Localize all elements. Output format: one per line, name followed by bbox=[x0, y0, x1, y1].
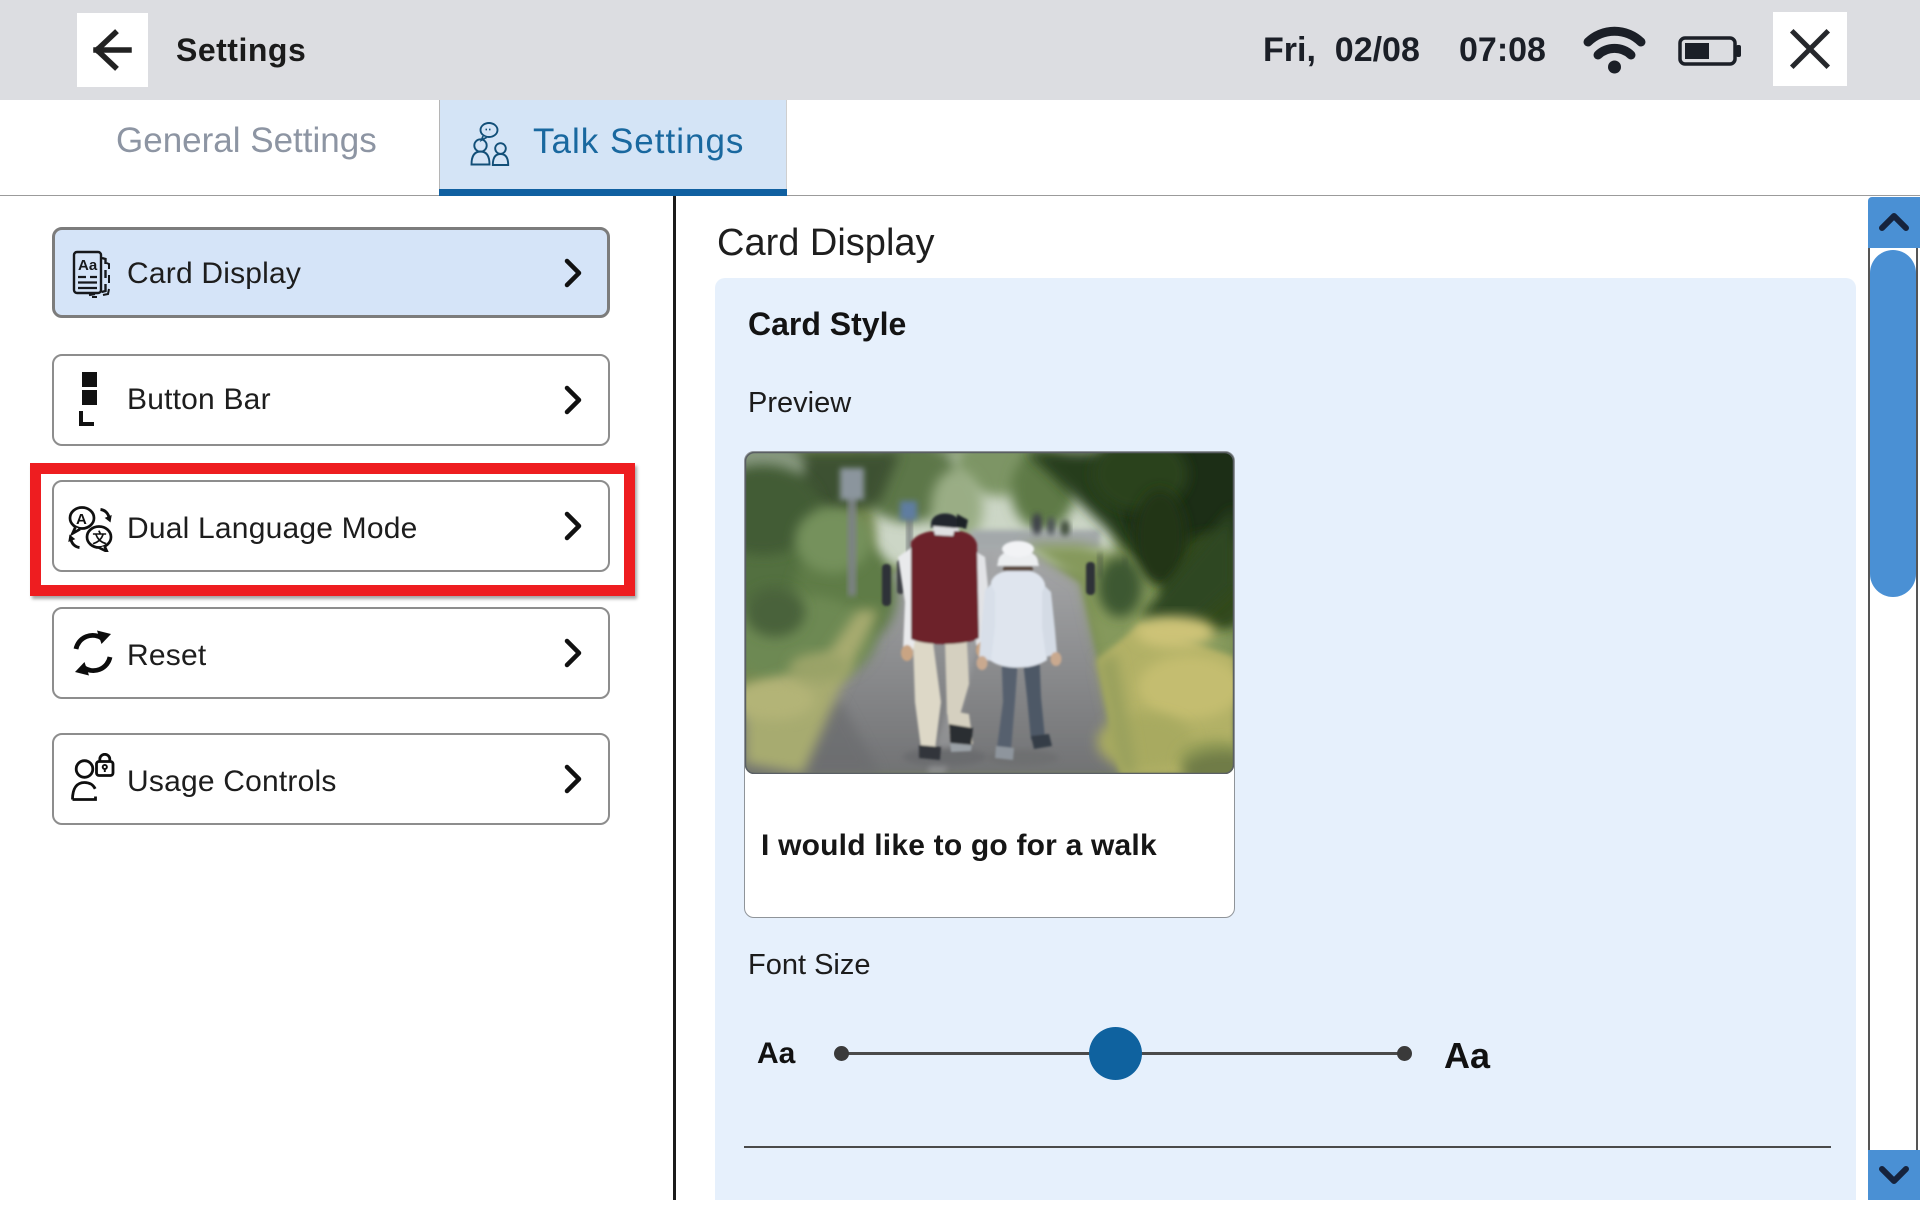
svg-text:Aa: Aa bbox=[78, 257, 98, 274]
svg-text:文: 文 bbox=[93, 530, 108, 546]
svg-text:A: A bbox=[76, 511, 87, 528]
